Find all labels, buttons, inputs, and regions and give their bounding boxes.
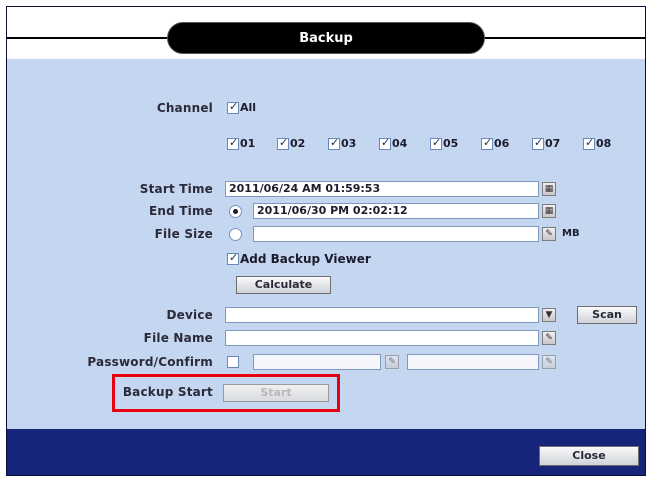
channel-03-checkbox[interactable] — [328, 136, 340, 150]
file-size-label: File Size — [154, 227, 213, 241]
end-time-label: End Time — [148, 204, 213, 218]
all-channels-checkbox[interactable] — [227, 100, 239, 114]
file-name-label: File Name — [143, 331, 213, 345]
file-size-unit: MB — [562, 228, 580, 239]
channel-04-label: 04 — [392, 137, 408, 150]
password-field[interactable] — [253, 354, 381, 370]
password-confirm-label: Password/Confirm — [87, 355, 213, 369]
password-checkbox[interactable] — [227, 356, 239, 368]
channel-06-label: 06 — [494, 137, 510, 150]
channel-07-checkbox[interactable] — [532, 136, 544, 150]
end-time-field[interactable]: 2011/06/30 PM 02:02:12 — [253, 203, 539, 219]
scan-button[interactable]: Scan — [577, 306, 637, 324]
start-time-calendar-icon[interactable]: ▦ — [542, 182, 556, 196]
device-label: Device — [166, 308, 213, 322]
channel-07-label: 07 — [545, 137, 561, 150]
start-time-field[interactable]: 2011/06/24 AM 01:59:53 — [225, 181, 539, 197]
channel-01-label: 01 — [240, 137, 256, 150]
footer-bar: Close — [7, 429, 645, 475]
channel-06-checkbox[interactable] — [481, 136, 493, 150]
file-name-field[interactable] — [225, 330, 539, 346]
add-backup-viewer-checkbox[interactable] — [227, 251, 239, 265]
close-button[interactable]: Close — [539, 446, 639, 466]
file-size-field[interactable] — [253, 226, 539, 242]
window-title: Backup — [167, 22, 485, 54]
file-size-edit-icon[interactable]: ✎ — [542, 227, 556, 241]
channel-03-label: 03 — [341, 137, 357, 150]
start-time-label: Start Time — [139, 182, 213, 196]
device-select[interactable] — [225, 307, 539, 323]
channel-05-checkbox[interactable] — [430, 136, 442, 150]
calculate-button[interactable]: Calculate — [236, 276, 331, 294]
end-time-radio[interactable] — [229, 205, 242, 218]
backup-start-highlight-box — [112, 374, 340, 412]
channel-04-checkbox[interactable] — [379, 136, 391, 150]
file-name-edit-icon[interactable]: ✎ — [542, 331, 556, 345]
confirm-password-field[interactable] — [407, 354, 539, 370]
confirm-password-edit-icon[interactable]: ✎ — [542, 355, 556, 369]
password-edit-icon[interactable]: ✎ — [385, 355, 399, 369]
end-time-calendar-icon[interactable]: ▦ — [542, 204, 556, 218]
channel-01-checkbox[interactable] — [227, 136, 239, 150]
channel-08-checkbox[interactable] — [583, 136, 595, 150]
channel-02-checkbox[interactable] — [277, 136, 289, 150]
channel-02-label: 02 — [290, 137, 306, 150]
file-size-radio[interactable] — [229, 228, 242, 241]
all-channels-label: All — [240, 101, 257, 114]
add-backup-viewer-label: Add Backup Viewer — [240, 252, 371, 266]
channel-08-label: 08 — [596, 137, 612, 150]
channel-05-label: 05 — [443, 137, 459, 150]
channel-label: Channel — [156, 101, 213, 115]
chevron-down-icon[interactable]: ▼ — [542, 308, 556, 322]
title-bar: Backup — [7, 7, 645, 59]
